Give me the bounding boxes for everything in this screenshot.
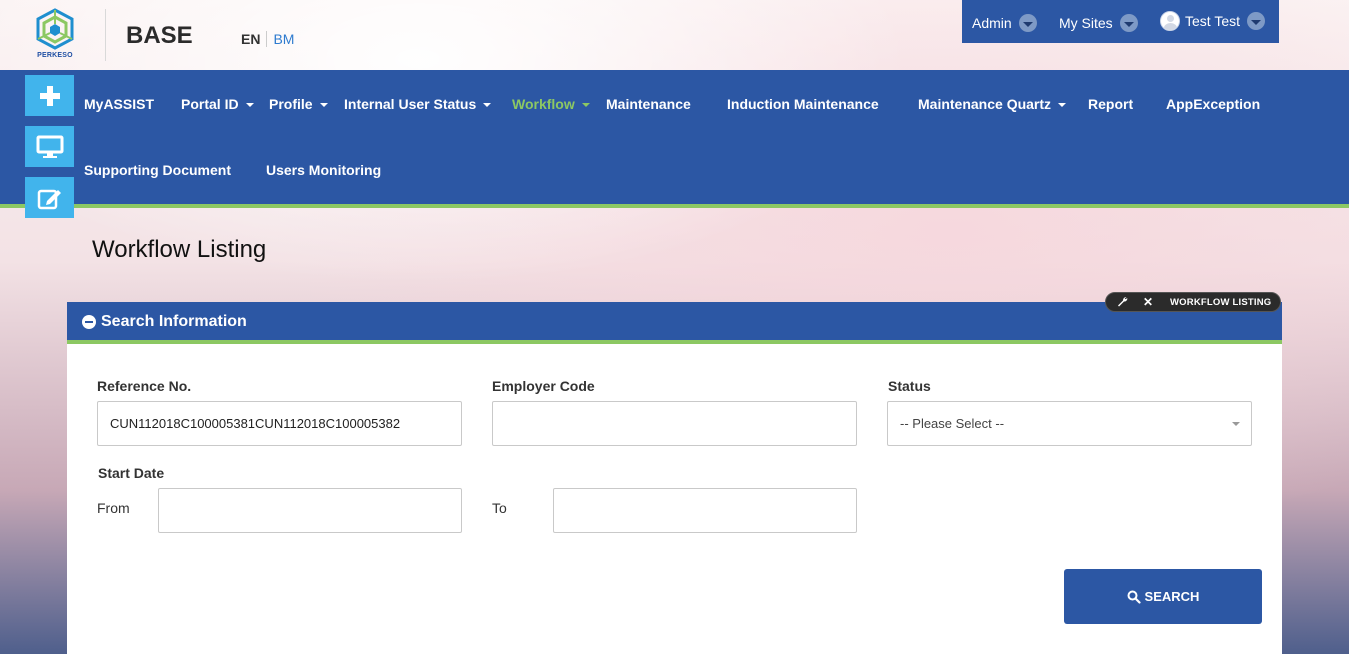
- start-date-label: Start Date: [98, 465, 165, 481]
- nav-label: Profile: [269, 96, 313, 112]
- status-label: Status: [888, 378, 931, 394]
- chevron-down-icon: [1119, 14, 1138, 32]
- nav-report[interactable]: Report: [1088, 96, 1133, 112]
- monitor-icon: [36, 135, 63, 158]
- plus-icon: [39, 85, 60, 106]
- nav-label: Portal ID: [181, 96, 239, 112]
- lang-en-link[interactable]: EN: [241, 31, 268, 47]
- chevron-down-icon: [1247, 12, 1265, 30]
- status-select[interactable]: -- Please Select --: [887, 401, 1252, 446]
- chevron-down-icon: [1018, 14, 1037, 32]
- nav-workflow[interactable]: Workflow: [512, 96, 590, 112]
- page-title: Workflow Listing: [92, 236, 267, 263]
- to-label: To: [492, 500, 507, 516]
- close-icon[interactable]: ✕: [1143, 295, 1153, 309]
- admin-label: Admin: [972, 15, 1012, 31]
- nav-label: Supporting Document: [84, 162, 231, 178]
- reference-no-label: Reference No.: [97, 378, 192, 394]
- collapse-icon: [82, 315, 96, 329]
- my-sites-label: My Sites: [1059, 15, 1113, 31]
- panel-toolbar-label: WORKFLOW LISTING: [1170, 297, 1272, 308]
- employer-code-label: Employer Code: [492, 378, 595, 394]
- user-menu[interactable]: Test Test: [1160, 11, 1265, 31]
- wrench-icon[interactable]: [1117, 296, 1128, 310]
- logo-text: PERKESO: [37, 52, 73, 59]
- search-icon: [1127, 590, 1141, 604]
- nav-portal-id[interactable]: Portal ID: [181, 96, 254, 112]
- start-date-from-input[interactable]: [158, 488, 462, 533]
- nav-label: Induction Maintenance: [727, 96, 879, 112]
- nav-myassist[interactable]: MyASSIST: [84, 96, 154, 112]
- admin-menu[interactable]: Admin: [972, 14, 1037, 32]
- user-name: Test Test: [1185, 13, 1240, 29]
- nav-internal-user-status[interactable]: Internal User Status: [344, 96, 492, 112]
- app-title: BASE: [126, 22, 193, 49]
- start-date-to-input[interactable]: [553, 488, 857, 533]
- caret-down-icon: [581, 103, 590, 107]
- language-switcher: EN BM: [241, 31, 294, 47]
- logo-icon: [36, 8, 74, 50]
- caret-down-icon: [1058, 103, 1067, 107]
- nav-label: Maintenance: [606, 96, 691, 112]
- monitor-button[interactable]: [25, 126, 74, 167]
- caret-down-icon: [483, 103, 492, 107]
- nav-maintenance-quartz[interactable]: Maintenance Quartz: [918, 96, 1067, 112]
- search-button[interactable]: SEARCH: [1064, 569, 1262, 624]
- nav-appexception[interactable]: AppException: [1166, 96, 1260, 112]
- nav-induction-maintenance[interactable]: Induction Maintenance: [727, 96, 879, 112]
- nav-label: Maintenance Quartz: [918, 96, 1052, 112]
- nav-label: Internal User Status: [344, 96, 477, 112]
- panel-toolbar: ✕ WORKFLOW LISTING: [1105, 292, 1281, 312]
- search-button-label: SEARCH: [1144, 589, 1200, 604]
- lang-bm-link[interactable]: BM: [267, 31, 294, 47]
- nav-label: Report: [1088, 96, 1134, 112]
- employer-code-input[interactable]: [492, 401, 857, 446]
- header-divider: [105, 9, 106, 61]
- nav-label: Users Monitoring: [266, 162, 382, 178]
- main-nav: MyASSIST Portal ID Profile Internal User…: [0, 70, 1349, 218]
- panel-title-toggle[interactable]: Search Information: [82, 313, 247, 331]
- nav-label: AppException: [1166, 96, 1261, 112]
- panel-title: Search Information: [101, 313, 247, 330]
- my-sites-menu[interactable]: My Sites: [1059, 14, 1138, 32]
- nav-profile[interactable]: Profile: [269, 96, 328, 112]
- panel-header: Search Information: [67, 302, 1282, 344]
- reference-no-input[interactable]: CUN112018C100005381CUN112018C100005382: [97, 401, 462, 446]
- chevron-down-icon: [1232, 422, 1240, 426]
- edit-icon: [37, 189, 61, 209]
- from-label: From: [97, 500, 130, 516]
- edit-button[interactable]: [25, 177, 74, 218]
- nav-users-monitoring[interactable]: Users Monitoring: [266, 162, 381, 178]
- perkeso-logo[interactable]: PERKESO: [28, 8, 82, 62]
- status-select-value: -- Please Select --: [900, 416, 1005, 431]
- nav-label: Workflow: [512, 96, 575, 112]
- user-bar: Admin My Sites Test Test: [962, 0, 1279, 43]
- nav-maintenance[interactable]: Maintenance: [606, 96, 691, 112]
- add-button[interactable]: [25, 75, 74, 116]
- caret-down-icon: [245, 103, 254, 107]
- caret-down-icon: [319, 103, 328, 107]
- nav-supporting-document[interactable]: Supporting Document: [84, 162, 231, 178]
- nav-label: MyASSIST: [84, 96, 155, 112]
- avatar: [1160, 11, 1180, 31]
